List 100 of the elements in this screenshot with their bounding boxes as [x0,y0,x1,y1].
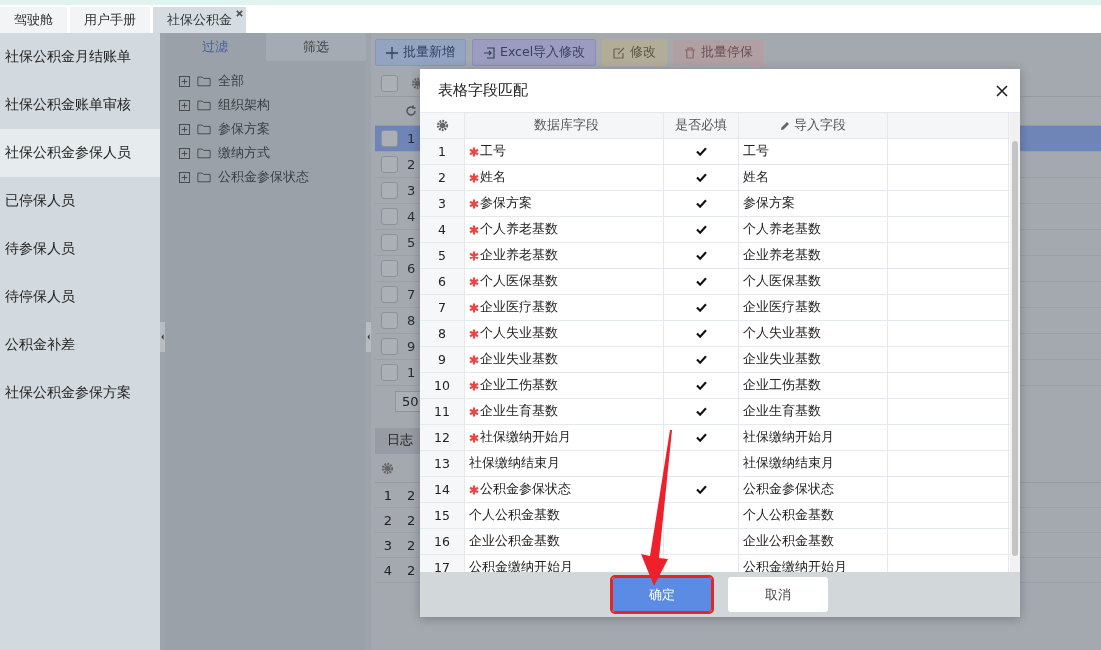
table-cell: 公积金参保状态 [480,481,571,498]
checkbox[interactable] [380,260,398,277]
row-number: 1 [420,139,465,164]
table-cell[interactable]: 企业生育基数 [743,403,821,420]
folder-icon [197,147,211,159]
table-cell: 社保缴纳开始月 [480,429,571,446]
expand-icon[interactable] [179,123,190,135]
toolbar-button[interactable]: 批量新增 [375,39,466,66]
table-cell[interactable]: 个人失业基数 [743,325,821,342]
row-number: 16 [420,529,465,554]
pencil-icon [780,120,790,131]
tab[interactable]: 社保公积金 [153,7,246,33]
sidebar-item[interactable]: 待停保人员 [0,273,160,321]
table-cell: 2 [407,487,416,503]
row-number: 10 [420,373,465,398]
checkbox[interactable] [380,338,398,355]
table-cell[interactable]: 企业失业基数 [743,351,821,368]
checkbox[interactable] [380,182,398,199]
tab[interactable]: 驾驶舱 [0,7,67,33]
filter-tab[interactable]: 筛选 [265,33,366,61]
folder-icon [197,99,211,111]
edit-icon [613,46,626,59]
sidebar-item[interactable]: 社保公积金参保方案 [0,369,160,417]
table-cell[interactable]: 企业工伤基数 [743,377,821,394]
plus-icon [386,46,398,59]
sidebar-item[interactable]: 社保公积金参保人员 [0,129,160,177]
table-cell: 社保缴纳结束月 [469,455,560,472]
row-number: 11 [420,399,465,424]
row-number: 15 [420,503,465,528]
table-cell: 2 [407,562,416,578]
tree-item[interactable]: 参保方案 [218,120,270,138]
collapse-handle-icon[interactable] [160,321,165,352]
tree-item[interactable]: 缴纳方式 [218,144,270,162]
checkbox[interactable] [380,364,398,381]
checkbox[interactable] [380,130,398,147]
table-cell: 工号 [480,143,506,160]
table-cell[interactable]: 姓名 [743,169,769,186]
table-cell[interactable]: 社保缴纳结束月 [743,455,834,472]
row-number: 5 [407,235,416,250]
expand-icon[interactable] [179,171,190,183]
checkbox[interactable] [380,286,398,303]
row-number: 7 [420,295,465,320]
refresh-icon[interactable] [405,105,417,117]
row-number: 3 [420,191,465,216]
collapse-handle-icon[interactable] [366,321,371,352]
table-cell[interactable]: 公积金参保状态 [743,481,834,498]
table-cell[interactable]: 企业公积金基数 [743,533,834,550]
checkbox[interactable] [380,312,398,329]
tree-item[interactable]: 公积金参保状态 [218,168,309,186]
expand-icon[interactable] [179,99,190,111]
table-cell[interactable]: 企业医疗基数 [743,299,821,316]
row-number: 1 [407,365,416,380]
scrollbar[interactable] [1012,141,1018,556]
table-cell: 个人失业基数 [480,325,558,342]
trash-icon [684,46,697,59]
sidebar-item[interactable]: 待参保人员 [0,225,160,273]
table-cell[interactable]: 个人公积金基数 [743,507,834,524]
tab[interactable]: 用户手册 [70,7,150,33]
row-number: 6 [407,261,416,276]
row-number: 2 [420,165,465,190]
table-cell: 企业公积金基数 [469,533,560,550]
tree-item[interactable]: 组织架构 [218,96,270,114]
table-cell[interactable]: 个人医保基数 [743,273,821,290]
table-cell: 个人医保基数 [480,273,558,290]
row-number: 9 [407,339,416,354]
table-cell[interactable]: 企业养老基数 [743,247,821,264]
table-cell[interactable]: 个人养老基数 [743,221,821,238]
column-header: 数据库字段 [465,113,664,138]
row-number: 5 [420,243,465,268]
row-number: 4 [420,217,465,242]
checkbox[interactable] [380,208,398,225]
expand-icon[interactable] [179,75,190,87]
table-cell: 2 [407,537,416,553]
checkbox[interactable] [380,234,398,251]
checkbox[interactable] [380,156,398,173]
row-number: 1 [382,487,394,503]
sidebar-item[interactable]: 社保公积金账单审核 [0,81,160,129]
row-number: 17 [420,555,465,572]
table-cell[interactable]: 社保缴纳开始月 [743,429,834,446]
dialog-title: 表格字段匹配 [438,81,528,100]
row-number: 7 [407,287,416,302]
settings-icon[interactable] [435,119,449,132]
checkbox[interactable] [380,74,398,92]
toolbar-button[interactable]: 修改 [602,39,668,66]
expand-icon[interactable] [179,147,190,159]
close-icon[interactable] [996,84,1008,97]
cancel-button[interactable]: 取消 [728,577,828,612]
row-number: 3 [382,537,394,553]
sidebar-item[interactable]: 社保公积金月结账单 [0,33,160,81]
table-cell[interactable]: 工号 [743,143,769,160]
sidebar-item[interactable]: 公积金补差 [0,321,160,369]
import-icon [483,46,495,59]
sidebar-item[interactable]: 已停保人员 [0,177,160,225]
toolbar-button[interactable]: Excel导入修改 [472,39,597,66]
tree-item[interactable]: 全部 [218,72,244,90]
table-cell: 企业生育基数 [480,403,558,420]
table-cell: 姓名 [480,169,506,186]
column-header: 是否必填 [664,113,739,138]
table-cell: 2 [407,512,416,528]
table-cell[interactable]: 参保方案 [743,195,795,212]
